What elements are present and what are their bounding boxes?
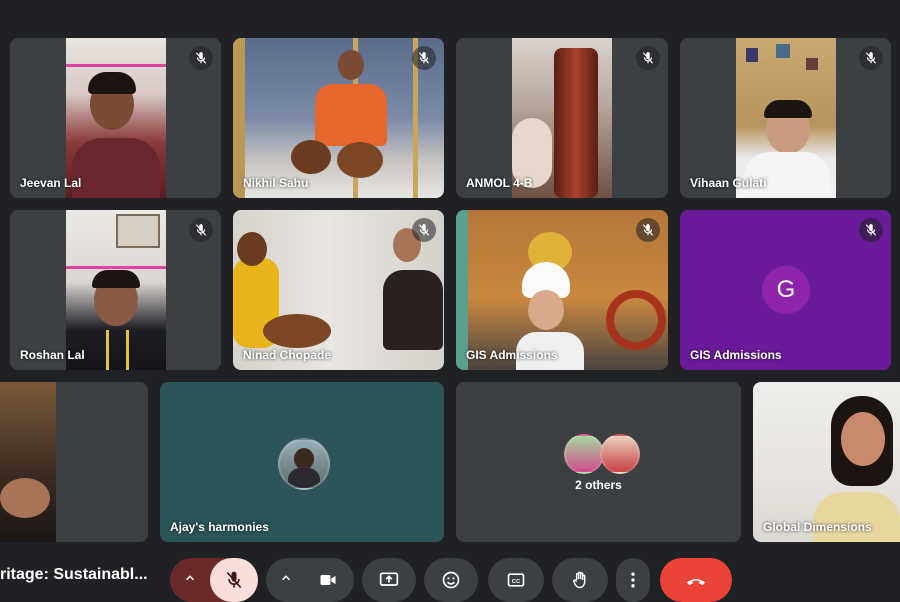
participant-name: Jeevan Lal — [20, 176, 82, 190]
participant-tile-ajays-harmonies[interactable]: Ajay's harmonies — [160, 382, 444, 542]
mic-off-icon — [412, 218, 436, 242]
participant-video — [736, 38, 836, 198]
avatar-initial: G — [776, 276, 796, 303]
participant-avatar: G — [762, 266, 810, 314]
chevron-up-icon — [170, 571, 210, 590]
mic-off-icon — [412, 46, 436, 70]
video-camera-icon[interactable] — [306, 558, 350, 602]
mic-off-icon — [189, 218, 213, 242]
participant-tile-vihaan-gulati[interactable]: Vihaan Gulati — [680, 38, 891, 198]
chevron-up-icon — [266, 571, 306, 590]
emoji-icon — [442, 571, 460, 589]
participant-tile-gis-admissions[interactable]: G GIS Admissions — [680, 210, 891, 370]
participant-video — [512, 38, 612, 198]
participant-name: Vihaan Gulati — [690, 176, 767, 190]
participant-name: GIS Admissions — [466, 348, 558, 362]
mic-off-icon — [189, 46, 213, 70]
participant-name: Nikhil Sahu — [243, 176, 309, 190]
present-screen-button[interactable] — [362, 558, 416, 602]
participant-tile-partial[interactable] — [0, 382, 148, 542]
present-screen-icon — [379, 572, 399, 586]
participant-name: GIS Admissions — [690, 348, 782, 362]
svg-text:CC: CC — [512, 579, 521, 585]
hang-up-icon — [687, 579, 705, 586]
participant-video — [66, 210, 166, 370]
participant-name: Ajay's harmonies — [170, 520, 269, 534]
raise-hand-icon — [573, 571, 586, 589]
mic-off-icon — [636, 218, 660, 242]
end-call-button[interactable] — [660, 558, 732, 602]
participant-tile-global-dimensions[interactable]: Global Dimensions — [753, 382, 900, 542]
meeting-title: ritage: Sustainabl... — [0, 566, 148, 583]
more-options-icon — [631, 572, 635, 588]
mic-off-icon[interactable] — [210, 558, 258, 602]
mic-off-icon — [636, 46, 660, 70]
participant-avatar — [600, 434, 640, 474]
participant-tile-ninad-chopade[interactable]: Ninad Chopade — [233, 210, 444, 370]
mic-off-icon — [859, 218, 883, 242]
others-tile[interactable]: 2 others — [456, 382, 741, 542]
mic-options-button[interactable] — [170, 558, 258, 602]
participant-tile-gis-admissions-video[interactable]: GIS Admissions — [456, 210, 668, 370]
participant-name: ANMOL 4-B — [466, 176, 533, 190]
closed-captions-icon: CC — [507, 573, 525, 587]
camera-options-button[interactable] — [266, 558, 354, 602]
reactions-button[interactable] — [424, 558, 478, 602]
participant-video — [753, 382, 900, 542]
participant-avatar — [278, 438, 330, 490]
participant-tile-nikhil-sahu[interactable]: Nikhil Sahu — [233, 38, 444, 198]
participant-video — [0, 382, 56, 542]
participant-avatar — [564, 434, 604, 474]
raise-hand-button[interactable] — [552, 558, 608, 602]
participant-name: Roshan Lal — [20, 348, 85, 362]
participant-tile-jeevan-lal[interactable]: Jeevan Lal — [10, 38, 221, 198]
participant-tile-anmol-4b[interactable]: ANMOL 4-B — [456, 38, 668, 198]
others-count-label: 2 others — [575, 478, 622, 492]
participant-video — [66, 38, 166, 198]
participant-name: Ninad Chopade — [243, 348, 332, 362]
participant-tile-roshan-lal[interactable]: Roshan Lal — [10, 210, 221, 370]
more-options-button[interactable] — [616, 558, 650, 602]
participant-name: Global Dimensions — [763, 520, 872, 534]
captions-button[interactable]: CC — [488, 558, 544, 602]
mic-off-icon — [859, 46, 883, 70]
